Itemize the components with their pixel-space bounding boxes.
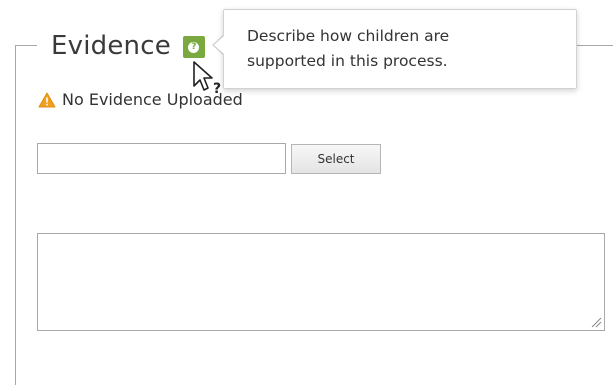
section-title: Evidence bbox=[51, 31, 171, 61]
status-text: No Evidence Uploaded bbox=[62, 90, 243, 109]
help-tooltip: Describe how children are supported in t… bbox=[223, 9, 577, 89]
evidence-legend: Evidence ? bbox=[37, 29, 219, 63]
evidence-notes-textarea[interactable] bbox=[37, 233, 605, 331]
tooltip-line-1: Describe how children are bbox=[247, 27, 450, 45]
tooltip-arrow bbox=[214, 35, 225, 55]
question-mark-glyph: ? bbox=[188, 41, 200, 53]
help-question-icon[interactable]: ? bbox=[182, 36, 205, 58]
warning-icon bbox=[38, 92, 56, 107]
resize-grip-icon[interactable] bbox=[590, 316, 602, 328]
upload-status: No Evidence Uploaded bbox=[38, 90, 243, 109]
file-path-input[interactable] bbox=[37, 143, 286, 174]
select-file-button[interactable]: Select bbox=[291, 144, 381, 174]
tooltip-line-2: supported in this process. bbox=[247, 52, 448, 70]
